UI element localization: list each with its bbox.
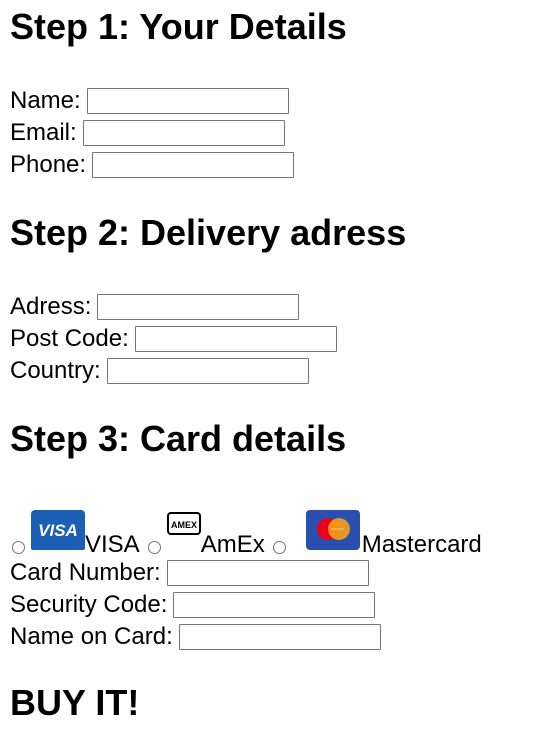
- address-input[interactable]: [97, 294, 300, 320]
- details-fields: Name: Email: Phone:: [10, 85, 540, 181]
- country-label: Country:: [10, 357, 101, 384]
- svg-text:AMEX: AMEX: [171, 520, 197, 530]
- mastercard-label: Mastercard: [361, 531, 482, 558]
- checkout-form: Step 1: Your Details Name: Email: Phone:…: [0, 7, 550, 723]
- step1-heading: Step 1: Your Details: [10, 6, 347, 47]
- name-on-card-row: Name on Card:: [10, 621, 540, 653]
- buy-it-button[interactable]: BUY IT!: [10, 683, 540, 723]
- country-row: Country:: [10, 355, 540, 387]
- phone-label: Phone:: [10, 151, 87, 178]
- email-label: Email:: [10, 119, 77, 146]
- delivery-fields: Adress: Post Code: Country:: [10, 291, 540, 387]
- card-number-row: Card Number:: [10, 557, 540, 589]
- email-row: Email:: [10, 117, 540, 149]
- card-fields: Card Number: Security Code: Name on Card…: [10, 557, 540, 653]
- phone-input[interactable]: [92, 152, 295, 178]
- name-row: Name:: [10, 85, 540, 117]
- name-on-card-input[interactable]: [178, 624, 381, 650]
- amex-logo-icon: AMEX: [166, 512, 201, 543]
- email-input[interactable]: [82, 120, 285, 146]
- card-type-options: VISA VISA AMEX AmEx Mastercard: [10, 503, 540, 557]
- security-code-input[interactable]: [173, 592, 376, 618]
- visa-label: VISA: [85, 531, 140, 558]
- amex-radio[interactable]: [147, 541, 161, 554]
- name-on-card-label: Name on Card:: [10, 623, 173, 650]
- svg-text:VISA: VISA: [38, 521, 78, 540]
- post-code-input[interactable]: [134, 326, 337, 352]
- mastercard-radio[interactable]: [272, 541, 286, 554]
- name-input[interactable]: [86, 88, 289, 114]
- country-input[interactable]: [106, 358, 309, 384]
- mastercard-logo-icon: [305, 510, 360, 557]
- step2-heading: Step 2: Delivery adress: [10, 212, 407, 253]
- visa-radio[interactable]: [12, 541, 25, 554]
- amex-label: AmEx: [200, 531, 265, 558]
- post-code-row: Post Code:: [10, 323, 540, 355]
- address-row: Adress:: [10, 291, 540, 323]
- security-code-row: Security Code:: [10, 589, 540, 621]
- name-label: Name:: [10, 87, 81, 114]
- security-code-label: Security Code:: [10, 591, 168, 618]
- visa-logo-icon: VISA: [31, 510, 85, 557]
- post-code-label: Post Code:: [10, 325, 129, 352]
- address-label: Adress:: [10, 293, 92, 320]
- step3-heading: Step 3: Card details: [10, 418, 347, 459]
- phone-row: Phone:: [10, 149, 540, 181]
- card-number-input[interactable]: [166, 560, 369, 586]
- card-number-label: Card Number:: [10, 559, 161, 586]
